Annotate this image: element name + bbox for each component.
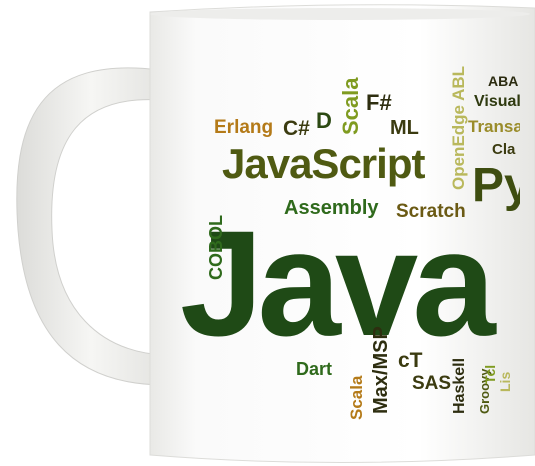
word-assembly: Assembly xyxy=(284,197,379,219)
word-scala-bottom: Scala xyxy=(347,375,366,420)
word-javascript: JavaScript xyxy=(222,140,425,187)
word-csharp: C# xyxy=(283,117,310,140)
word-openedge: OpenEdge ABL xyxy=(449,65,468,190)
word-maxmsp: Max/MSP xyxy=(370,326,392,414)
word-abap: ABA xyxy=(488,73,519,89)
word-scratch: Scratch xyxy=(396,201,466,222)
word-clarion: Cla xyxy=(492,141,516,158)
word-d: D xyxy=(316,108,332,133)
word-sas: SAS xyxy=(412,373,452,394)
word-ml: ML xyxy=(390,117,419,139)
word-erlang: Erlang xyxy=(214,117,274,138)
word-lisp: Lis xyxy=(497,371,513,392)
word-java: Java xyxy=(180,199,496,367)
word-ct: cT xyxy=(398,349,423,372)
word-fsharp: F# xyxy=(366,90,392,115)
word-cobol: COBOL xyxy=(206,215,226,280)
word-scala-top: Scala xyxy=(338,77,363,136)
mug-handle xyxy=(16,67,166,386)
word-haskell: Haskell xyxy=(451,357,468,414)
word-transact: Transa xyxy=(468,117,523,136)
word-tcl: Tcl xyxy=(482,364,498,384)
word-dart: Dart xyxy=(296,359,333,379)
